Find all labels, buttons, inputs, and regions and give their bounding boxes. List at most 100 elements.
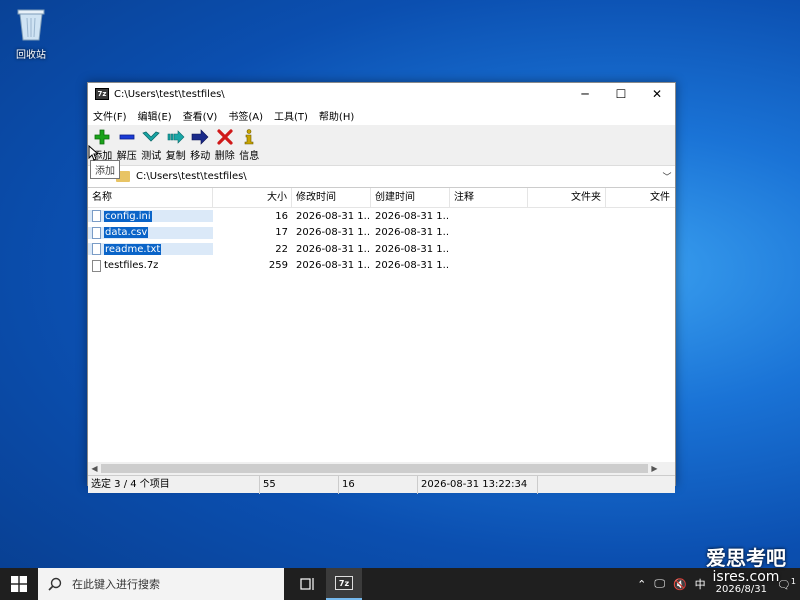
menu-bar: 文件(F) 编辑(E) 查看(V) 书签(A) 工具(T) 帮助(H) xyxy=(88,105,675,125)
chevron-down-icon[interactable]: ﹀ xyxy=(659,170,675,183)
address-input[interactable]: C:\Users\test\testfiles\ xyxy=(136,171,659,182)
taskbar-app-7zip[interactable]: 7z xyxy=(326,568,362,600)
toolbar: 添加 解压 测试 复制 移动 删除 信息 xyxy=(88,125,675,166)
file-created: 2026-08-31 1... xyxy=(375,210,450,222)
watermark-site: isres.com xyxy=(712,569,780,585)
file-modified: 2026-08-31 1... xyxy=(296,243,371,255)
watermark: 爱思考吧 isres.com xyxy=(706,542,786,585)
column-size[interactable]: 大小 xyxy=(213,187,292,208)
file-modified: 2026-08-31 1... xyxy=(296,260,371,272)
column-created[interactable]: 创建时间 xyxy=(371,187,450,208)
address-bar: C:\Users\test\testfiles\ ﹀ xyxy=(88,166,675,188)
info-icon xyxy=(244,129,254,145)
file-size: 16 xyxy=(275,210,288,222)
menu-help[interactable]: 帮助(H) xyxy=(319,108,354,123)
close-button[interactable]: ✕ xyxy=(639,83,675,105)
status-total-size: 55 xyxy=(260,475,339,494)
test-icon xyxy=(142,131,160,142)
maximize-button[interactable]: ☐ xyxy=(603,83,639,105)
archive-file-icon xyxy=(92,259,101,272)
windows-icon xyxy=(11,576,27,592)
file-modified: 2026-08-31 1... xyxy=(296,227,371,239)
ime-indicator[interactable]: 中 xyxy=(695,576,706,592)
menu-bookmarks[interactable]: 书签(A) xyxy=(228,108,263,123)
menu-view[interactable]: 查看(V) xyxy=(183,108,218,123)
column-name[interactable]: 名称 xyxy=(88,187,213,208)
task-view-icon xyxy=(300,578,314,590)
watermark-title: 爱思考吧 xyxy=(706,546,786,570)
mouse-cursor-icon xyxy=(88,144,100,164)
volume-muted-icon[interactable]: 🔇 xyxy=(673,578,687,591)
menu-tools[interactable]: 工具(T) xyxy=(274,108,308,123)
file-modified: 2026-08-31 1... xyxy=(296,210,371,222)
menu-edit[interactable]: 编辑(E) xyxy=(138,108,172,123)
file-icon xyxy=(92,226,101,239)
column-files[interactable]: 文件 xyxy=(606,188,674,208)
taskbar-search[interactable]: 在此键入进行搜索 xyxy=(38,568,284,600)
search-placeholder: 在此键入进行搜索 xyxy=(72,578,160,591)
file-name: config.ini xyxy=(104,210,152,222)
scroll-left-icon[interactable]: ◀ xyxy=(88,464,101,473)
horizontal-scrollbar[interactable]: ◀ ▶ xyxy=(88,462,675,475)
table-row[interactable]: data.csv 17 2026-08-31 1... 2026-08-31 1… xyxy=(88,225,675,242)
status-timestamp: 2026-08-31 13:22:34 xyxy=(418,475,538,494)
info-label: 信息 xyxy=(239,151,260,162)
recycle-bin-icon xyxy=(16,6,46,42)
extract-icon xyxy=(119,134,135,140)
delete-icon xyxy=(217,129,233,145)
file-name: readme.txt xyxy=(104,243,162,255)
file-created: 2026-08-31 1... xyxy=(375,227,450,239)
file-manager-window: 7z C:\Users\test\testfiles\ ─ ☐ ✕ 文件(F) … xyxy=(87,82,676,494)
app-7z-icon: 7z xyxy=(335,576,353,590)
status-selected-size: 16 xyxy=(339,475,418,494)
file-icon xyxy=(92,243,101,256)
column-header: 名称 大小 修改时间 创建时间 注释 文件夹 文件 xyxy=(88,187,675,208)
file-name: testfiles.7z xyxy=(104,260,159,272)
test-button[interactable]: 测试 xyxy=(139,125,164,165)
file-created: 2026-08-31 1... xyxy=(375,260,450,272)
delete-label: 删除 xyxy=(214,151,235,162)
search-icon xyxy=(48,577,62,591)
test-label: 测试 xyxy=(141,151,162,162)
chevron-up-icon[interactable]: ⌃ xyxy=(637,578,646,591)
file-size: 22 xyxy=(275,243,288,255)
add-icon xyxy=(94,129,110,145)
scroll-right-icon[interactable]: ▶ xyxy=(648,464,661,473)
menu-file[interactable]: 文件(F) xyxy=(93,108,127,123)
task-view-button[interactable] xyxy=(290,568,326,600)
window-title: C:\Users\test\testfiles\ xyxy=(114,88,225,100)
table-row[interactable]: testfiles.7z 259 2026-08-31 1... 2026-08… xyxy=(88,258,675,275)
file-created: 2026-08-31 1... xyxy=(375,243,450,255)
copy-icon xyxy=(167,130,185,144)
info-button[interactable]: 信息 xyxy=(237,125,262,165)
column-modified[interactable]: 修改时间 xyxy=(292,187,371,208)
move-label: 移动 xyxy=(190,151,211,162)
minimize-button[interactable]: ─ xyxy=(567,83,603,105)
move-icon xyxy=(191,129,209,145)
clock-date: 2026/8/31 xyxy=(715,584,767,595)
taskbar: 在此键入进行搜索 7z ⌃ 🖵 🔇 中 2026/8/31 🗨1 xyxy=(0,568,800,600)
extract-button[interactable]: 解压 xyxy=(115,125,140,165)
move-button[interactable]: 移动 xyxy=(188,125,213,165)
recycle-bin[interactable]: 回收站 xyxy=(8,6,54,61)
copy-label: 复制 xyxy=(165,151,186,162)
start-button[interactable] xyxy=(0,568,38,600)
table-row[interactable]: readme.txt 22 2026-08-31 1... 2026-08-31… xyxy=(88,241,675,258)
status-bar: 选定 3 / 4 个项目 55 16 2026-08-31 13:22:34 xyxy=(88,475,675,494)
app-7z-icon: 7z xyxy=(95,88,109,100)
file-icon xyxy=(92,210,101,223)
title-bar[interactable]: 7z C:\Users\test\testfiles\ ─ ☐ ✕ xyxy=(88,83,675,105)
column-folders[interactable]: 文件夹 xyxy=(528,187,606,208)
scrollbar-thumb[interactable] xyxy=(101,464,648,473)
delete-button[interactable]: 删除 xyxy=(213,125,238,165)
file-size: 259 xyxy=(268,260,288,272)
table-row[interactable]: config.ini 16 2026-08-31 1... 2026-08-31… xyxy=(88,208,675,225)
status-selection: 选定 3 / 4 个项目 xyxy=(88,475,260,494)
copy-button[interactable]: 复制 xyxy=(164,125,189,165)
file-size: 17 xyxy=(275,227,288,239)
file-name: data.csv xyxy=(104,227,149,239)
column-comment[interactable]: 注释 xyxy=(450,187,528,208)
network-icon[interactable]: 🖵 xyxy=(654,577,665,591)
notification-count: 1 xyxy=(790,576,796,586)
file-list: config.ini 16 2026-08-31 1... 2026-08-31… xyxy=(88,208,675,475)
